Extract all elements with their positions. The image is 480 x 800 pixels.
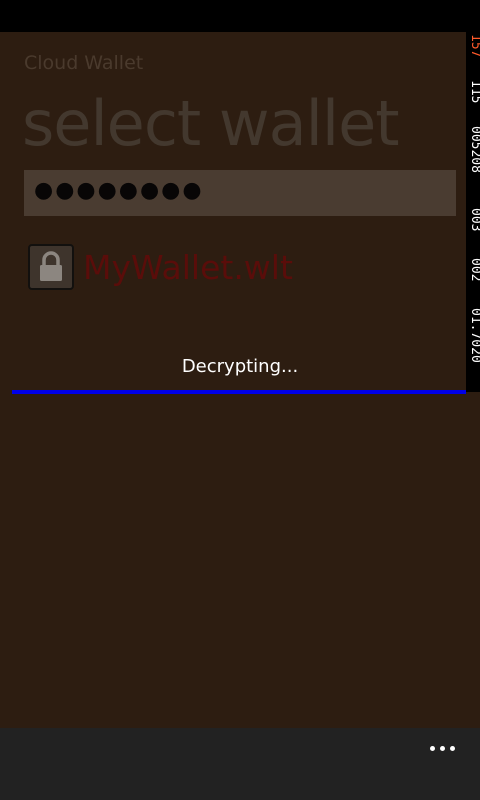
progress-bar-fill <box>12 390 466 394</box>
perf-counter-value: 157 <box>468 34 480 58</box>
perf-counter-value: 005208 <box>468 126 480 173</box>
ellipsis-icon <box>439 745 445 751</box>
password-field[interactable]: ●●●●●●●● <box>24 170 456 216</box>
application-bar <box>0 728 480 800</box>
page-content: Cloud Wallet select wallet ●●●●●●●● MyWa… <box>0 32 480 728</box>
progress-label: Decrypting... <box>181 356 299 377</box>
perf-counter-value: 003 <box>468 208 480 232</box>
page-title: select wallet <box>22 87 400 160</box>
ellipsis-icon <box>429 745 435 751</box>
perf-counter-value: 01.7020 <box>468 308 480 363</box>
password-value: ●●●●●●●● <box>34 178 204 203</box>
perf-counter-value: 115 <box>468 80 480 104</box>
frame-rate-counter: 157 115 005208 003 002 01.7020 <box>466 32 480 392</box>
wallet-list-item[interactable]: MyWallet.wlt <box>28 244 328 294</box>
status-bar <box>0 0 480 32</box>
lock-icon <box>28 244 74 290</box>
wallet-name: MyWallet.wlt <box>83 248 293 287</box>
phone-screen: Cloud Wallet select wallet ●●●●●●●● MyWa… <box>0 0 480 800</box>
progress-bar <box>12 390 466 394</box>
more-options-button[interactable] <box>422 734 462 762</box>
ellipsis-icon <box>449 745 455 751</box>
perf-counter-value: 002 <box>468 258 480 282</box>
app-title: Cloud Wallet <box>24 52 144 74</box>
